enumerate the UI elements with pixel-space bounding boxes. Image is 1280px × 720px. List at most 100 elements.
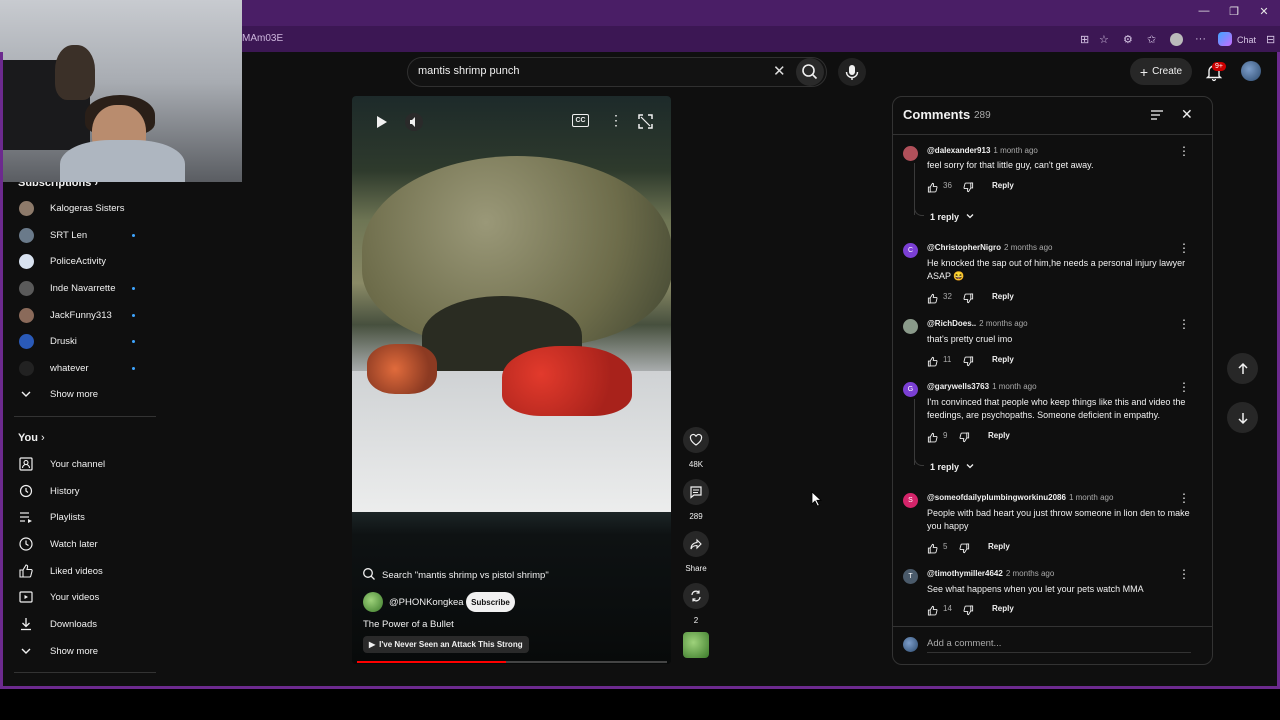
reply-button[interactable]: Reply (992, 292, 1014, 301)
like-comment-icon[interactable] (927, 430, 939, 443)
comment-author[interactable]: @someofdailyplumbingworkinu2086 1 month a… (927, 493, 1113, 502)
comment-more-icon[interactable]: ⋮ (1178, 491, 1190, 505)
show-more-you[interactable]: Show more (16, 638, 156, 664)
related-search-chip[interactable]: Search "mantis shrimp vs pistol shrimp" (362, 565, 549, 585)
play-icon[interactable] (371, 112, 391, 132)
view-replies-button[interactable]: 1 reply (930, 211, 975, 223)
you-item[interactable]: Downloads (16, 611, 156, 637)
extension-icon[interactable]: ⚙ (1123, 33, 1133, 46)
search-query[interactable]: mantis shrimp punch (418, 65, 520, 77)
like-comment-icon[interactable] (927, 180, 939, 193)
you-item[interactable]: History (16, 478, 156, 504)
address-url[interactable]: MAm03E (242, 33, 283, 44)
you-item[interactable]: Your channel (16, 451, 156, 477)
like-comment-icon[interactable] (927, 354, 939, 367)
comment-author-name[interactable]: @garywells3763 (927, 382, 989, 391)
comment-author-name[interactable]: @RichDoes.. (927, 319, 976, 328)
reply-button[interactable]: Reply (992, 604, 1014, 613)
sidebar-toggle-icon[interactable]: ⊟ (1266, 33, 1275, 46)
previous-video-button[interactable] (1227, 353, 1258, 384)
captions-icon[interactable]: CC (572, 114, 589, 127)
subscribe-button[interactable]: Subscribe (466, 592, 515, 612)
you-item[interactable]: Your videos (16, 584, 156, 610)
comment-author-name[interactable]: @ChristopherNigro (927, 243, 1001, 252)
favorites-icon[interactable]: ✩ (1147, 33, 1156, 46)
profile-icon[interactable] (1170, 33, 1183, 46)
like-comment-icon[interactable] (927, 541, 939, 554)
comment-author[interactable]: @ChristopherNigro 2 months ago (927, 243, 1053, 252)
you-item[interactable]: Liked videos (16, 558, 156, 584)
channel-avatar[interactable] (363, 592, 383, 612)
more-options-icon[interactable]: ⋮ (609, 112, 623, 129)
minimize-icon[interactable]: — (1196, 5, 1212, 17)
chat-button[interactable]: Chat (1237, 35, 1256, 45)
reply-button[interactable]: Reply (992, 181, 1014, 190)
sort-icon[interactable] (1149, 108, 1165, 122)
related-video-chip[interactable]: ▶ I've Never Seen an Attack This Strong (363, 636, 529, 653)
you-item[interactable]: Watch later (16, 531, 156, 557)
like-button[interactable] (683, 427, 709, 453)
comment-author[interactable]: @timothymiller4642 2 months ago (927, 569, 1054, 578)
subscription-item[interactable]: JackFunny313 (16, 302, 156, 328)
dislike-comment-icon[interactable] (959, 541, 971, 554)
subscription-item[interactable]: Inde Navarrette (16, 275, 156, 301)
commenter-avatar[interactable]: C (903, 243, 918, 258)
sound-thumbnail[interactable] (683, 632, 709, 658)
dislike-comment-icon[interactable] (963, 603, 975, 616)
channel-name[interactable]: @PHONKongkea (389, 597, 464, 608)
microphone-icon[interactable] (838, 58, 866, 86)
like-comment-icon[interactable] (927, 603, 939, 616)
subscription-item[interactable]: PoliceActivity (16, 248, 156, 274)
reply-button[interactable]: Reply (992, 355, 1014, 364)
clear-search-icon[interactable]: ✕ (773, 62, 786, 80)
you-item[interactable]: Playlists (16, 504, 156, 530)
comment-author[interactable]: @dalexander913 1 month ago (927, 146, 1038, 155)
add-comment-input[interactable]: Add a comment... (927, 638, 1191, 653)
commenter-avatar[interactable]: G (903, 382, 918, 397)
subscription-item[interactable]: Druski (16, 328, 156, 354)
comment-more-icon[interactable]: ⋮ (1178, 317, 1190, 331)
menu-dots-icon[interactable]: ··· (1195, 33, 1206, 45)
you-heading[interactable]: You › (18, 432, 45, 444)
dislike-comment-icon[interactable] (963, 180, 975, 193)
comment-author[interactable]: @garywells3763 1 month ago (927, 382, 1037, 391)
comment-more-icon[interactable]: ⋮ (1178, 241, 1190, 255)
share-button[interactable] (683, 531, 709, 557)
close-icon[interactable]: ✕ (1181, 106, 1193, 123)
copilot-icon[interactable] (1218, 32, 1232, 46)
reply-button[interactable]: Reply (988, 431, 1010, 440)
subscription-item[interactable]: Kalogeras Sisters (16, 195, 156, 221)
comment-author-name[interactable]: @someofdailyplumbingworkinu2086 (927, 493, 1066, 502)
commenter-avatar[interactable]: S (903, 493, 918, 508)
dislike-comment-icon[interactable] (963, 354, 975, 367)
fullscreen-icon[interactable] (637, 113, 654, 130)
view-replies-button[interactable]: 1 reply (930, 461, 975, 473)
comment-more-icon[interactable]: ⋮ (1178, 144, 1190, 158)
volume-icon[interactable] (404, 112, 424, 132)
subscription-item[interactable]: whatever (16, 355, 156, 381)
account-avatar[interactable] (1241, 61, 1261, 81)
create-button[interactable]: + Create (1130, 58, 1192, 85)
next-video-button[interactable] (1227, 402, 1258, 433)
comment-author[interactable]: @RichDoes.. 2 months ago (927, 319, 1028, 328)
like-comment-icon[interactable] (927, 291, 939, 304)
remix-button[interactable] (683, 583, 709, 609)
restore-icon[interactable]: ❐ (1226, 5, 1242, 18)
star-icon[interactable]: ☆ (1099, 33, 1109, 46)
commenter-avatar[interactable]: T (903, 569, 918, 584)
close-window-icon[interactable]: ✕ (1256, 5, 1272, 18)
reply-button[interactable]: Reply (988, 542, 1010, 551)
comments-button[interactable] (683, 479, 709, 505)
app-icon[interactable]: ⊞ (1080, 33, 1089, 46)
dislike-comment-icon[interactable] (959, 430, 971, 443)
comment-author-name[interactable]: @dalexander913 (927, 146, 990, 155)
comment-author-name[interactable]: @timothymiller4642 (927, 569, 1003, 578)
subscription-item[interactable]: SRT Len (16, 222, 156, 248)
comment-more-icon[interactable]: ⋮ (1178, 567, 1190, 581)
commenter-avatar[interactable] (903, 146, 918, 161)
show-more-subscriptions[interactable]: Show more (16, 381, 156, 407)
search-icon[interactable] (796, 58, 824, 86)
commenter-avatar[interactable] (903, 319, 918, 334)
dislike-comment-icon[interactable] (963, 291, 975, 304)
comment-more-icon[interactable]: ⋮ (1178, 380, 1190, 394)
